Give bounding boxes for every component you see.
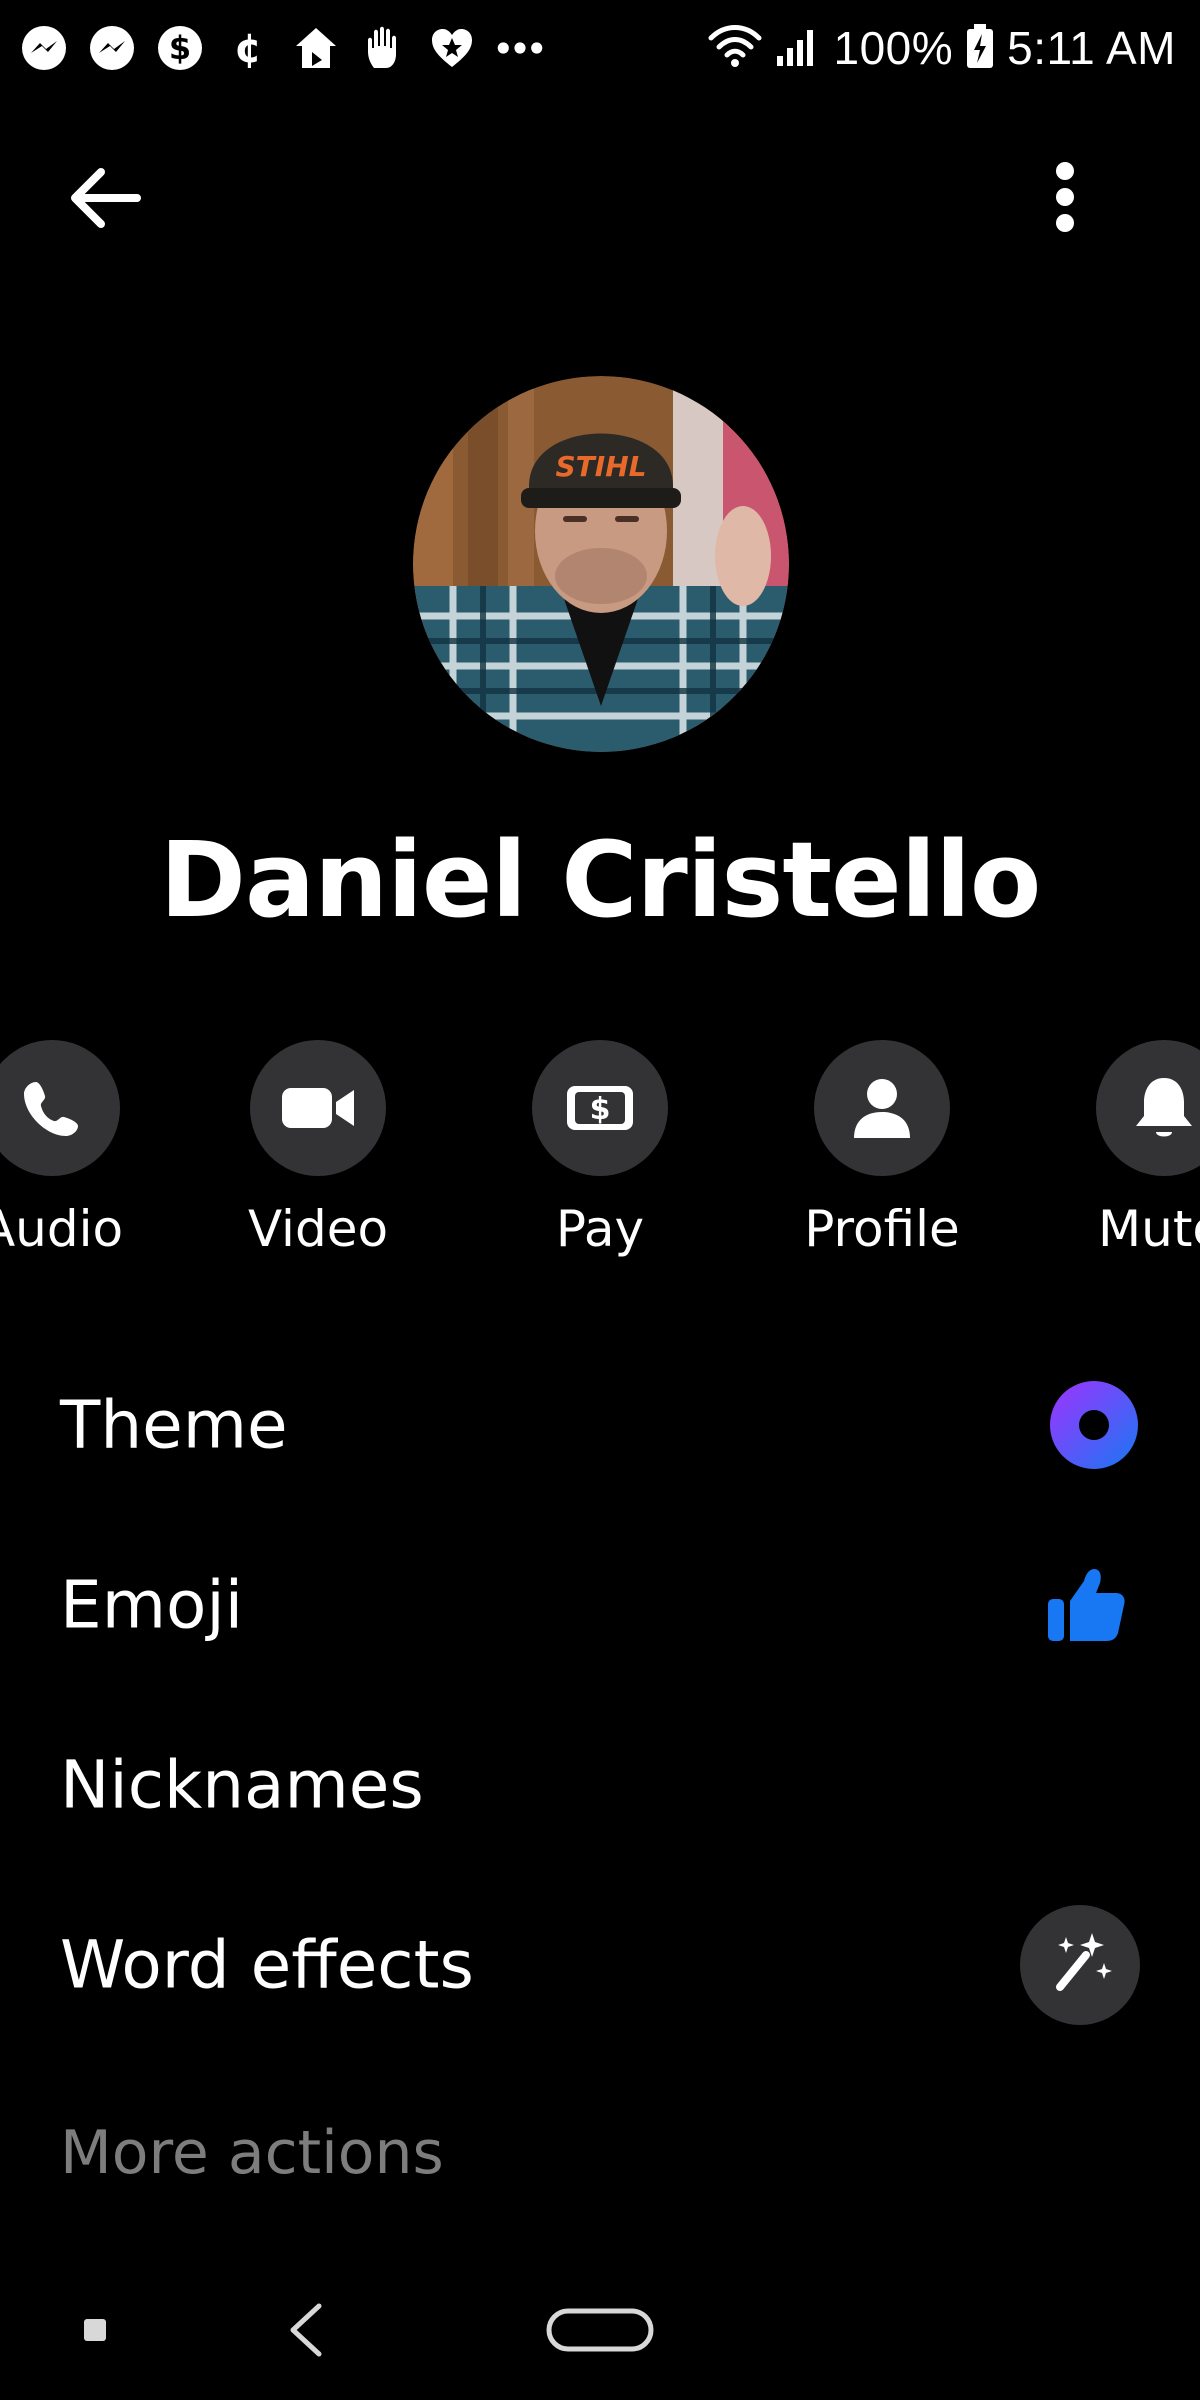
- emoji-row[interactable]: Emoji: [0, 1520, 1200, 1690]
- hand-icon: [358, 22, 410, 74]
- emoji-label: Emoji: [60, 1566, 244, 1644]
- navigation-bar: [0, 2260, 1200, 2400]
- pay-button[interactable]: $ Pay: [480, 1040, 720, 1280]
- arrow-left-icon: [71, 168, 141, 228]
- pay-circle[interactable]: $: [532, 1040, 668, 1176]
- battery-icon: [965, 22, 995, 75]
- video-label: Video: [247, 1200, 389, 1258]
- system-status: 100% 5:11 AM: [707, 18, 1176, 78]
- svg-text:$: $: [169, 29, 191, 67]
- home-icon: [290, 22, 342, 74]
- nav-home-button[interactable]: [540, 2260, 660, 2400]
- profile-button[interactable]: Profile: [762, 1040, 1002, 1280]
- heart-icon: [426, 22, 478, 74]
- contact-name: Daniel Cristello: [159, 819, 1042, 941]
- avatar[interactable]: STIHL: [413, 376, 789, 752]
- phone-icon: [24, 1082, 78, 1136]
- mute-button[interactable]: Mute: [1044, 1040, 1200, 1280]
- nicknames-row[interactable]: Nicknames: [0, 1700, 1200, 1870]
- home-pill-icon: [546, 2308, 654, 2352]
- magic-wand-icon: [1020, 1905, 1140, 2025]
- more-actions-header: More actions: [60, 2118, 444, 2188]
- svg-text:$: $: [590, 1092, 611, 1127]
- thumbs-up-icon: [1046, 1565, 1126, 1645]
- back-icon: [290, 2303, 322, 2357]
- nicknames-label: Nicknames: [60, 1746, 424, 1824]
- cap-logo-text: STIHL: [556, 450, 647, 483]
- nav-back-button[interactable]: [270, 2260, 340, 2400]
- recents-icon: [84, 2319, 106, 2341]
- more-dots-icon: [494, 22, 546, 74]
- theme-label: Theme: [60, 1386, 288, 1464]
- video-call-button[interactable]: Video: [198, 1040, 438, 1280]
- mute-circle[interactable]: [1096, 1040, 1200, 1176]
- profile-label: Profile: [804, 1200, 960, 1258]
- video-call-circle[interactable]: [250, 1040, 386, 1176]
- battery-percent: 100%: [833, 22, 954, 74]
- bell-icon: [1136, 1078, 1192, 1137]
- vertical-dots-icon: [1056, 162, 1074, 232]
- back-button[interactable]: [60, 158, 150, 238]
- profile-circle[interactable]: [814, 1040, 950, 1176]
- theme-row[interactable]: Theme: [0, 1340, 1200, 1510]
- pay-label: Pay: [555, 1200, 645, 1258]
- messenger-icon: [86, 22, 138, 74]
- messenger-icon: [18, 22, 70, 74]
- mute-label: Mute: [1098, 1200, 1200, 1258]
- svg-text:¢: ¢: [234, 26, 262, 72]
- audio-call-button[interactable]: Audio: [0, 1040, 172, 1280]
- pay-icon: $: [567, 1086, 633, 1130]
- audio-call-circle[interactable]: [0, 1040, 120, 1176]
- recents-button[interactable]: [60, 2260, 130, 2400]
- wifi-icon: [707, 22, 763, 75]
- person-icon: [854, 1079, 910, 1138]
- cent-icon: ¢: [222, 22, 274, 74]
- clock: 5:11 AM: [1007, 22, 1176, 74]
- more-options-button[interactable]: [1020, 152, 1110, 242]
- theme-icon: [1048, 1379, 1140, 1471]
- dollar-icon: $: [154, 22, 206, 74]
- word-effects-label: Word effects: [60, 1926, 474, 2004]
- notification-icons: $ ¢: [18, 18, 546, 78]
- status-bar: $ ¢ 100% 5:11 AM: [0, 0, 1200, 96]
- word-effects-row[interactable]: Word effects: [0, 1880, 1200, 2050]
- signal-icon: [775, 22, 821, 75]
- video-camera-icon: [282, 1088, 354, 1128]
